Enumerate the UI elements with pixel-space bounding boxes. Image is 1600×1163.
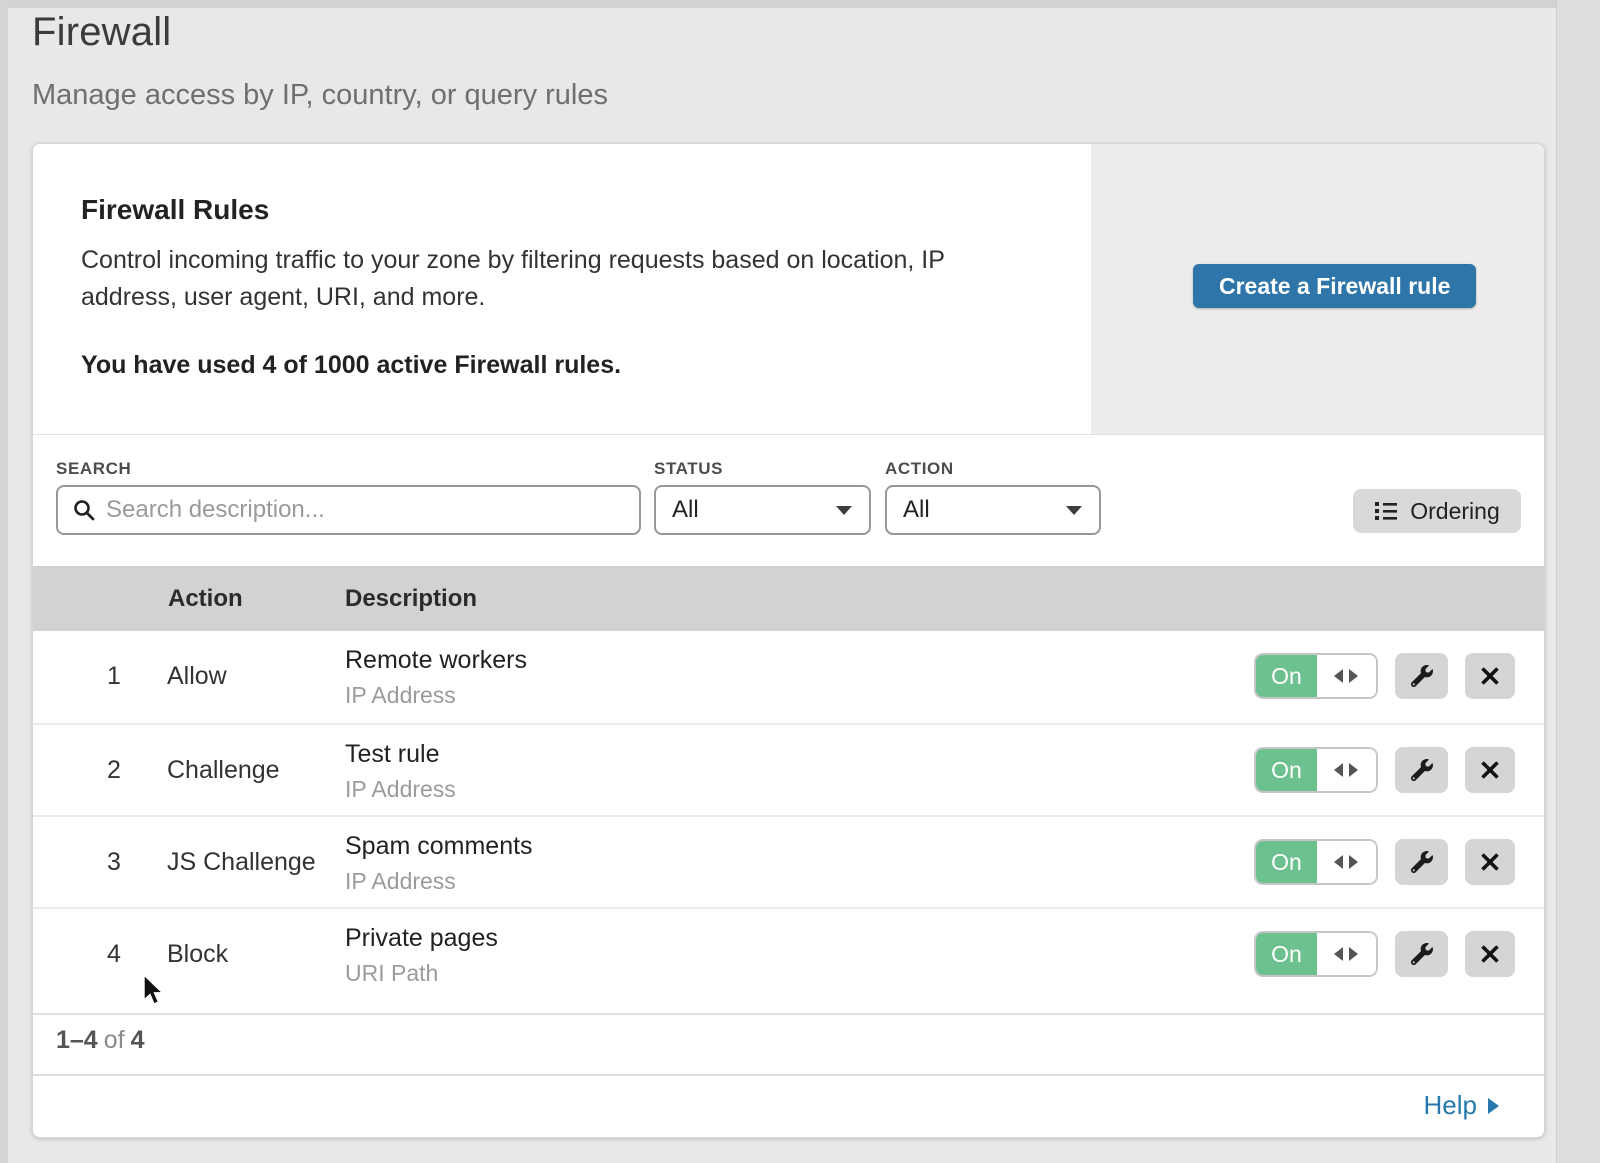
delete-rule-button[interactable]: [1465, 747, 1515, 793]
rule-description: Spam comments IP Address: [345, 832, 533, 895]
toggle-arrows-segment[interactable]: [1317, 933, 1376, 975]
left-right-arrows-icon: [1333, 855, 1359, 869]
status-label: STATUS: [654, 459, 723, 479]
action-select[interactable]: All: [885, 485, 1101, 535]
rules-table-body: 1 Allow Remote workers IP Address On 2 C…: [33, 631, 1545, 999]
toggle-on-segment[interactable]: On: [1256, 933, 1317, 975]
rule-description: Private pages URI Path: [345, 924, 498, 987]
rule-enabled-toggle[interactable]: On: [1254, 747, 1378, 793]
rule-match-type: IP Address: [345, 776, 456, 803]
toggle-arrows-segment[interactable]: [1317, 749, 1376, 791]
rule-description: Test rule IP Address: [345, 740, 456, 803]
firewall-rules-card: Firewall Rules Control incoming traffic …: [32, 143, 1545, 1138]
rules-usage-note: You have used 4 of 1000 active Firewall …: [81, 351, 621, 380]
create-rule-panel: Create a Firewall rule: [1091, 144, 1545, 434]
delete-rule-button[interactable]: [1465, 931, 1515, 977]
pagination-of: of: [98, 1026, 131, 1054]
column-header-description: Description: [345, 585, 477, 613]
search-label: SEARCH: [56, 459, 131, 479]
rule-enabled-toggle[interactable]: On: [1254, 931, 1378, 977]
rule-description-title: Test rule: [345, 740, 456, 769]
edit-rule-button[interactable]: [1395, 931, 1448, 977]
toggle-on-segment[interactable]: On: [1256, 749, 1317, 791]
rule-description-title: Spam comments: [345, 832, 533, 861]
page-subtitle: Manage access by IP, country, or query r…: [32, 79, 608, 112]
pagination-total: 4: [131, 1026, 145, 1054]
table-bottom-divider: [33, 1013, 1545, 1015]
close-icon: [1480, 944, 1500, 964]
rule-action: Challenge: [167, 725, 280, 815]
footer-divider: [33, 1074, 1545, 1076]
ordering-button[interactable]: Ordering: [1353, 489, 1521, 533]
rule-action: JS Challenge: [167, 817, 316, 907]
rule-description-title: Private pages: [345, 924, 498, 953]
rule-priority: 3: [91, 817, 137, 907]
pagination: 1–4of4: [56, 1026, 144, 1055]
rule-enabled-toggle[interactable]: On: [1254, 839, 1378, 885]
rule-description: Remote workers IP Address: [345, 646, 527, 709]
rule-enabled-toggle[interactable]: On: [1254, 653, 1378, 699]
column-header-action: Action: [168, 585, 243, 613]
delete-rule-button[interactable]: [1465, 839, 1515, 885]
wrench-icon: [1411, 943, 1433, 965]
close-icon: [1480, 666, 1500, 686]
toggle-arrows-segment[interactable]: [1317, 655, 1376, 697]
rules-heading: Firewall Rules: [81, 194, 269, 226]
left-right-arrows-icon: [1333, 947, 1359, 961]
toggle-arrows-segment[interactable]: [1317, 841, 1376, 883]
rule-match-type: URI Path: [345, 960, 498, 987]
window-edge-top: [0, 0, 1600, 8]
wrench-icon: [1411, 851, 1433, 873]
table-header: Action Description: [33, 566, 1545, 631]
rule-match-type: IP Address: [345, 868, 533, 895]
page-title: Firewall: [32, 10, 171, 55]
wrench-icon: [1411, 665, 1433, 687]
table-row: 1 Allow Remote workers IP Address On: [33, 631, 1545, 723]
rule-description-title: Remote workers: [345, 646, 527, 675]
delete-rule-button[interactable]: [1465, 653, 1515, 699]
edit-rule-button[interactable]: [1395, 653, 1448, 699]
status-selected-value: All: [672, 496, 699, 524]
help-link[interactable]: Help: [1424, 1090, 1500, 1121]
pagination-range: 1–4: [56, 1026, 98, 1054]
rule-match-type: IP Address: [345, 682, 527, 709]
rule-priority: 2: [91, 725, 137, 815]
help-link-label: Help: [1424, 1090, 1477, 1121]
action-label: ACTION: [885, 459, 954, 479]
search-box: [56, 485, 641, 535]
window-edge-left: [0, 0, 8, 1163]
create-firewall-rule-button[interactable]: Create a Firewall rule: [1193, 264, 1476, 308]
search-input[interactable]: [106, 496, 625, 524]
left-right-arrows-icon: [1333, 763, 1359, 777]
ordered-list-icon: [1374, 500, 1398, 522]
search-icon: [72, 498, 96, 522]
rule-action: Block: [167, 909, 228, 999]
chevron-down-icon: [835, 504, 853, 516]
table-row: 3 JS Challenge Spam comments IP Address …: [33, 815, 1545, 907]
filter-bar: SEARCH STATUS All ACTION All Ordering: [33, 435, 1545, 566]
chevron-down-icon: [1065, 504, 1083, 516]
rule-priority: 1: [91, 631, 137, 721]
wrench-icon: [1411, 759, 1433, 781]
edit-rule-button[interactable]: [1395, 747, 1448, 793]
toggle-on-segment[interactable]: On: [1256, 841, 1317, 883]
rule-action: Allow: [167, 631, 227, 721]
close-icon: [1480, 852, 1500, 872]
left-right-arrows-icon: [1333, 669, 1359, 683]
status-select[interactable]: All: [654, 485, 871, 535]
edit-rule-button[interactable]: [1395, 839, 1448, 885]
table-row: 2 Challenge Test rule IP Address On: [33, 723, 1545, 815]
rules-description: Control incoming traffic to your zone by…: [81, 242, 1026, 316]
rules-info-section: Firewall Rules Control incoming traffic …: [33, 144, 1091, 434]
window-edge-right: [1556, 0, 1600, 1163]
toggle-on-segment[interactable]: On: [1256, 655, 1317, 697]
action-selected-value: All: [903, 496, 930, 524]
rule-priority: 4: [91, 909, 137, 999]
close-icon: [1480, 760, 1500, 780]
ordering-button-label: Ordering: [1410, 498, 1499, 525]
table-row: 4 Block Private pages URI Path On: [33, 907, 1545, 999]
arrow-right-icon: [1487, 1097, 1500, 1115]
